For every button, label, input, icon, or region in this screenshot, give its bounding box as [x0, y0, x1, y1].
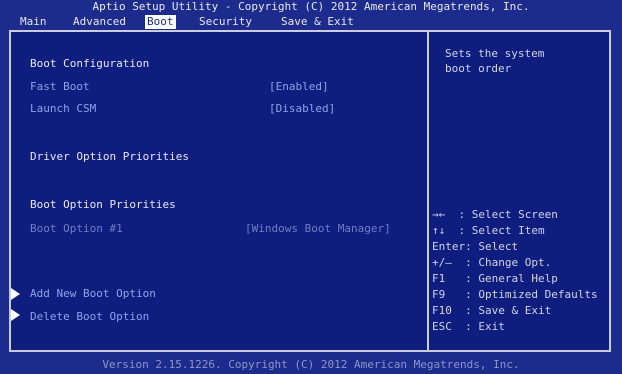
key-hint-row: Enter: Select — [432, 240, 519, 253]
help-line-2: boot order — [445, 62, 512, 75]
fast-boot-value[interactable]: [Enabled] — [269, 80, 329, 94]
key-name: ESC — [432, 320, 452, 333]
key-name: +/– — [432, 256, 452, 269]
key-action: General Help — [478, 272, 558, 285]
key-action: Select Screen — [471, 208, 558, 221]
fast-boot-label: Fast Boot — [30, 80, 90, 93]
panel-divider — [427, 32, 429, 350]
key-action: Change Opt. — [478, 256, 552, 269]
key-name: F9 — [432, 288, 446, 301]
tab-security[interactable]: Security — [197, 15, 254, 29]
help-line-1: Sets the system — [445, 47, 545, 60]
boot-option-1-label: Boot Option #1 — [30, 222, 123, 235]
key-name: Enter — [432, 240, 466, 253]
boot-configuration-heading: Boot Configuration — [30, 57, 150, 70]
launch-csm-value[interactable]: [Disabled] — [269, 102, 335, 116]
footer-version: Version 2.15.1226. Copyright (C) 2012 Am… — [102, 358, 520, 371]
tab-main[interactable]: Main — [18, 15, 49, 29]
add-new-boot-option-link[interactable]: Add New Boot Option — [30, 287, 156, 301]
key-name: F1 — [432, 272, 446, 285]
key-hint-row: ↑↓ : Select Item — [432, 224, 545, 237]
key-action: Select — [478, 240, 519, 253]
key-hint-row: F9 : Optimized Defaults — [432, 288, 598, 301]
key-hint-row: ESC : Exit — [432, 320, 505, 333]
boot-option-priorities-heading: Boot Option Priorities — [30, 198, 176, 211]
key-hint-row: →← : Select Screen — [432, 208, 558, 221]
launch-csm-label: Launch CSM — [30, 102, 97, 115]
driver-option-priorities-heading: Driver Option Priorities — [30, 150, 189, 163]
delete-boot-option-link[interactable]: Delete Boot Option — [30, 310, 149, 324]
key-action: Optimized Defaults — [478, 288, 598, 301]
arrows-left-right-icon: →← — [432, 208, 446, 221]
tab-boot[interactable]: Boot — [145, 15, 176, 29]
key-name: F10 — [432, 304, 452, 317]
tab-advanced[interactable]: Advanced — [71, 15, 128, 29]
key-action: Select Item — [471, 224, 545, 237]
arrows-up-down-icon: ↑↓ — [432, 224, 446, 237]
help-panel: Sets the system boot order — [445, 46, 544, 76]
key-hint-row: F10 : Save & Exit — [432, 304, 552, 317]
menu-bar: Main Advanced Boot Security Save & Exit — [0, 15, 622, 29]
tab-save-exit[interactable]: Save & Exit — [279, 15, 356, 29]
key-hint-row: +/– : Change Opt. — [432, 256, 552, 269]
key-action: Exit — [478, 320, 505, 333]
key-hint-row: F1 : General Help — [432, 272, 558, 285]
key-action: Save & Exit — [478, 304, 552, 317]
title-bar: Aptio Setup Utility - Copyright (C) 2012… — [92, 0, 530, 13]
submenu-arrow-icon — [11, 288, 20, 300]
submenu-arrow-icon — [11, 309, 20, 321]
boot-option-1-value[interactable]: [Windows Boot Manager] — [245, 222, 391, 236]
